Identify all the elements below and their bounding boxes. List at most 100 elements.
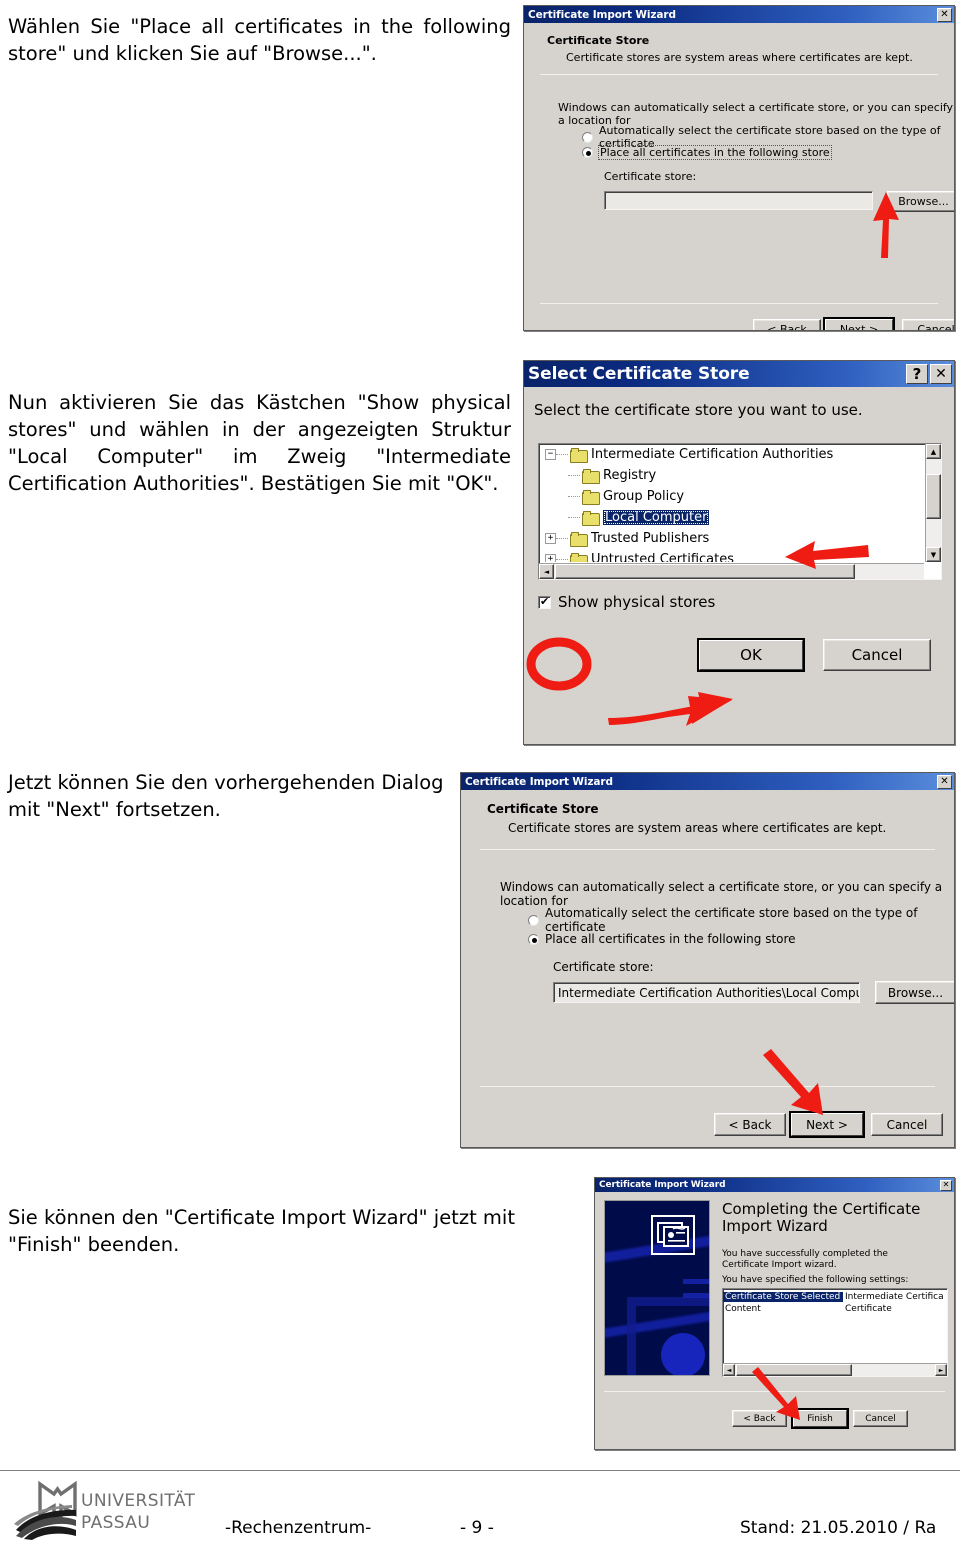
- tree-item-local-computer[interactable]: Local Computer: [539, 507, 924, 528]
- instruction-step-1: Wählen Sie "Place all certificates in th…: [8, 15, 511, 65]
- browse-button[interactable]: Browse...: [875, 981, 954, 1004]
- folder-icon: [570, 552, 588, 562]
- tree-vscroll-thumb[interactable]: [926, 474, 941, 519]
- scroll-left-icon[interactable]: ◄: [539, 564, 554, 579]
- close-icon[interactable]: ✕: [930, 364, 952, 384]
- dialog3-footer-divider: [480, 1086, 935, 1087]
- tree-connector: [568, 496, 580, 497]
- cancel-button-label: Cancel: [865, 1413, 896, 1424]
- dialog4-heading: Completing the Certificate Import Wizard: [722, 1200, 921, 1235]
- setting-name: Certificate Store Selected by User: [723, 1292, 843, 1302]
- expander-expand-icon[interactable]: +: [545, 533, 556, 544]
- certificate-import-wizard-dialog-3[interactable]: Certificate Import Wizard ✕ Certificate …: [460, 772, 955, 1148]
- expander-expand-icon[interactable]: +: [545, 554, 556, 562]
- finish-button[interactable]: Finish: [791, 1408, 849, 1429]
- folder-icon: [582, 510, 600, 526]
- next-button-label: Next >: [806, 1117, 848, 1132]
- footer-date: Stand: 21.05.2010 / Ra: [740, 1518, 937, 1538]
- scroll-left-icon[interactable]: ◄: [723, 1364, 735, 1376]
- scroll-up-icon[interactable]: ▲: [926, 444, 941, 459]
- close-icon[interactable]: ✕: [940, 1179, 952, 1191]
- dialog4-title: Certificate Import Wizard: [599, 1180, 726, 1190]
- scroll-right-icon[interactable]: ►: [935, 1364, 947, 1376]
- certificate-store-tree[interactable]: − Intermediate Certification Authorities…: [538, 443, 942, 580]
- show-physical-stores-row[interactable]: Show physical stores: [538, 593, 715, 611]
- cancel-button-label: Cancel: [886, 1117, 928, 1132]
- radio-auto-icon[interactable]: [582, 131, 593, 143]
- settings-horizontal-scrollbar[interactable]: ◄ ►: [723, 1363, 947, 1376]
- close-icon[interactable]: ✕: [937, 774, 952, 789]
- certificate-import-wizard-dialog-1[interactable]: Certificate Import Wizard ✕ Certificate …: [523, 5, 955, 331]
- tree-connector: [568, 517, 580, 518]
- radio-automatically-select[interactable]: Automatically select the certificate sto…: [528, 906, 954, 934]
- tree-hscroll-thumb[interactable]: [555, 564, 855, 579]
- browse-button-label: Browse...: [898, 195, 949, 208]
- dialog3-page-subtitle: Certificate stores are system areas wher…: [508, 821, 887, 835]
- settings-hscroll-thumb[interactable]: [736, 1364, 852, 1376]
- expander-collapse-icon[interactable]: −: [545, 449, 556, 460]
- footer-page-number: - 9 -: [460, 1518, 494, 1538]
- help-icon[interactable]: ?: [906, 364, 928, 384]
- tree-connector: [556, 559, 568, 560]
- tree-item-0[interactable]: − Intermediate Certification Authorities: [539, 444, 924, 465]
- settings-listbox[interactable]: Certificate Store Selected by User Inter…: [722, 1288, 948, 1377]
- certificate-store-input[interactable]: [604, 191, 873, 210]
- ok-button[interactable]: OK: [697, 638, 805, 672]
- tree-item-4[interactable]: + Trusted Publishers: [539, 528, 924, 549]
- list-item[interactable]: Content Certificate: [723, 1303, 947, 1315]
- dialog2-titlebar: Select Certificate Store ? ✕: [524, 361, 954, 387]
- checkbox-show-physical-stores[interactable]: [538, 595, 551, 609]
- tree-item-label: Intermediate Certification Authorities: [591, 447, 834, 462]
- certificate-import-wizard-dialog-4[interactable]: Certificate Import Wizard ✕ Completing t…: [594, 1177, 955, 1450]
- next-button[interactable]: Next >: [789, 1111, 865, 1138]
- dialog1-page-subtitle: Certificate stores are system areas wher…: [566, 51, 913, 64]
- cancel-button[interactable]: Cancel: [853, 1410, 908, 1427]
- radio-place-icon[interactable]: [528, 933, 539, 945]
- show-physical-stores-label: Show physical stores: [558, 593, 716, 611]
- dialog1-titlebar: Certificate Import Wizard ✕: [524, 6, 954, 23]
- next-button[interactable]: Next >: [823, 317, 895, 330]
- browse-button[interactable]: Browse...: [887, 191, 954, 212]
- cancel-button[interactable]: Cancel: [871, 1113, 943, 1136]
- tree-item-label: Trusted Publishers: [591, 531, 710, 546]
- tree-item-2[interactable]: Group Policy: [539, 486, 924, 507]
- cancel-button-label: Cancel: [917, 323, 955, 331]
- radio-place-icon[interactable]: [582, 147, 593, 158]
- dialog2-prompt: Select the certificate store you want to…: [534, 401, 863, 419]
- select-certificate-store-dialog[interactable]: Select Certificate Store ? ✕ Select the …: [523, 360, 955, 745]
- list-item[interactable]: Certificate Store Selected by User Inter…: [723, 1291, 947, 1303]
- setting-name: Content: [725, 1304, 761, 1314]
- instruction-step-3: Jetzt können Sie den vorhergehenden Dial…: [8, 771, 444, 821]
- folder-icon: [570, 447, 588, 463]
- tree-item-label-selected: Local Computer: [603, 510, 710, 525]
- radio-place-all-certificates[interactable]: Place all certificates in the following …: [528, 932, 796, 946]
- tree-horizontal-scrollbar[interactable]: ◄: [539, 563, 924, 579]
- back-button[interactable]: < Back: [714, 1113, 786, 1136]
- folder-icon: [582, 468, 600, 484]
- dialog2-title: Select Certificate Store: [528, 364, 750, 384]
- tree-item-label: Untrusted Certificates: [591, 552, 734, 562]
- radio-auto-icon[interactable]: [528, 914, 539, 926]
- dialog3-header-divider: [480, 849, 935, 850]
- cancel-button[interactable]: Cancel: [902, 319, 955, 331]
- dialog4-para-2: You have specified the following setting…: [722, 1275, 909, 1285]
- tree-vertical-scrollbar[interactable]: ▲ ▼: [925, 444, 941, 562]
- radio-place-all-certificates[interactable]: Place all certificates in the following …: [582, 145, 832, 160]
- cancel-button-label: Cancel: [851, 646, 903, 664]
- scroll-down-icon[interactable]: ▼: [926, 547, 941, 562]
- cancel-button[interactable]: Cancel: [823, 639, 931, 671]
- back-button[interactable]: < Back: [732, 1410, 787, 1427]
- tree-item-1[interactable]: Registry: [539, 465, 924, 486]
- certificate-store-input[interactable]: Intermediate Certification Authorities\L…: [553, 982, 860, 1003]
- radio-place-label: Place all certificates in the following …: [545, 932, 796, 946]
- back-button[interactable]: < Back: [753, 319, 821, 330]
- close-icon[interactable]: ✕: [937, 7, 952, 22]
- setting-value: Certificate: [845, 1304, 892, 1314]
- tree-connector: [568, 475, 580, 476]
- footer-department: -Rechenzentrum-: [225, 1518, 372, 1538]
- radio-auto-label: Automatically select the certificate sto…: [545, 906, 918, 934]
- setting-value: Intermediate Certifica: [845, 1292, 944, 1302]
- folder-icon: [582, 489, 600, 505]
- dialog1-footer-divider: [540, 303, 938, 304]
- tree-item-5[interactable]: + Untrusted Certificates: [539, 549, 924, 562]
